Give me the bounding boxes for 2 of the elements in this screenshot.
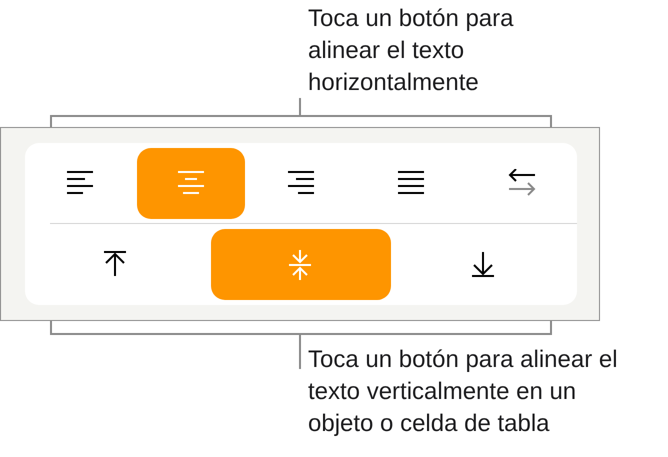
callout-text: Toca un botón para alinear el texto verticalmente en un objeto o celda de tabla [308,345,619,439]
callout-text: Toca un botón para alinear el texto horizontalmente [308,4,514,98]
